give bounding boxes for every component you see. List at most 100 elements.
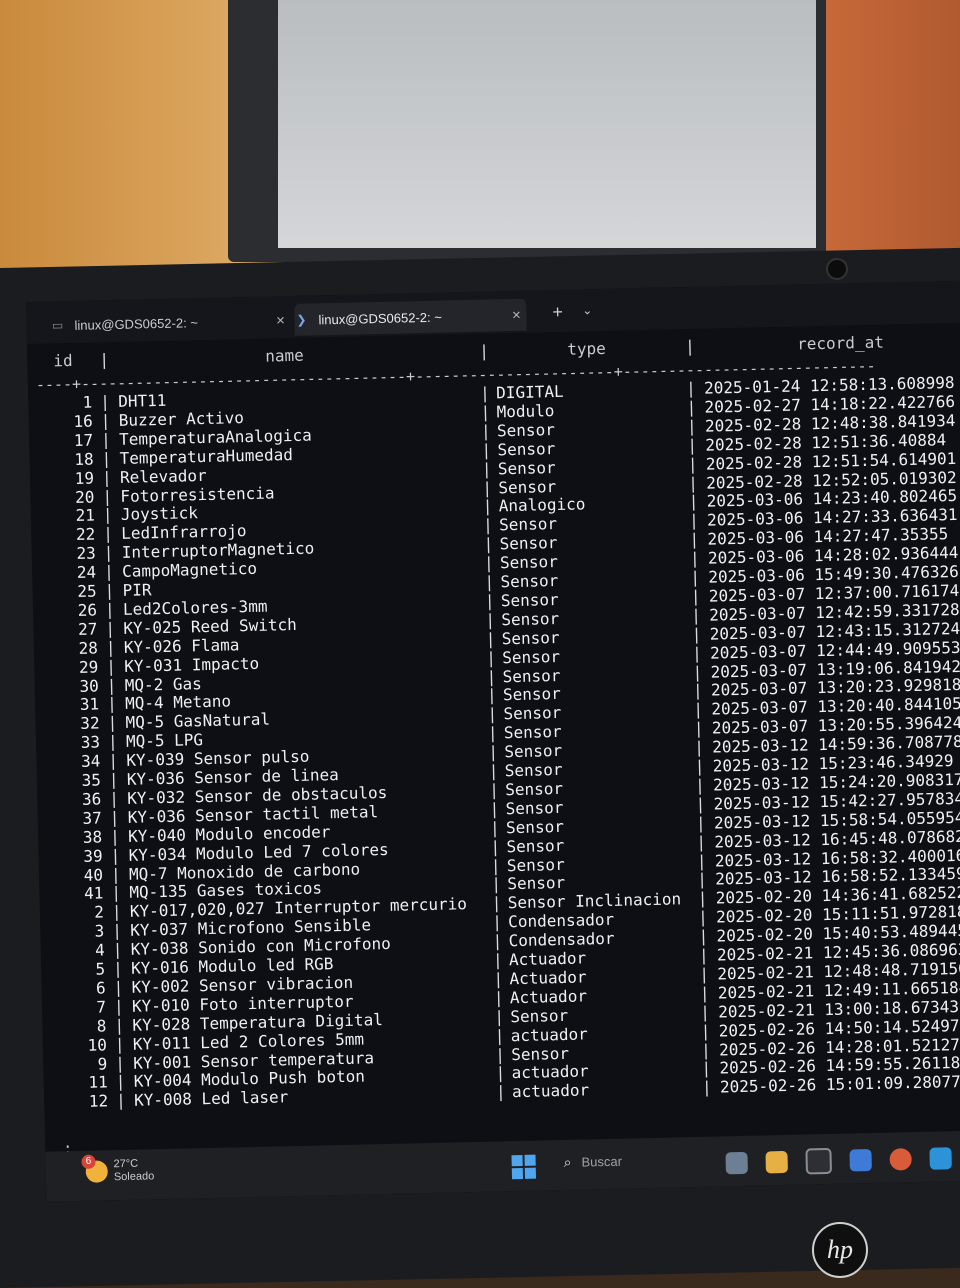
column-separator: | [103, 543, 114, 563]
close-tab-icon[interactable]: × [506, 306, 526, 323]
column-separator: | [102, 486, 113, 506]
cell-type: Sensor [497, 438, 556, 460]
cell-name: KY-008 Led laser [133, 1087, 289, 1111]
cell-id: 19 [74, 468, 95, 488]
notification-badge: 6 [81, 1154, 96, 1169]
cell-id: 20 [74, 487, 95, 507]
cell-name: MQ-2 Gas [124, 673, 202, 695]
terminal-icon: ▭ [51, 318, 64, 333]
column-separator: | [106, 694, 117, 714]
column-separator: | [105, 637, 116, 657]
column-separator: | [112, 921, 123, 941]
cell-type: Sensor [506, 835, 565, 856]
cell-type: Sensor [502, 684, 562, 705]
powershell-icon: ❯ [296, 312, 307, 327]
cell-type: Analogico [498, 494, 586, 516]
column-separator: | [690, 586, 701, 606]
cell-id: 16 [73, 411, 93, 431]
column-separator: | [697, 907, 708, 928]
column-separator: | [696, 851, 707, 871]
column-separator: | [692, 662, 703, 682]
cell-type: Sensor [502, 665, 561, 686]
column-separator: | [486, 666, 497, 687]
cell-id: 34 [80, 751, 101, 771]
cell-id: 27 [77, 619, 98, 639]
windows-start-icon[interactable] [511, 1154, 537, 1180]
sun-icon: 6 [81, 1154, 108, 1183]
header-id: id [53, 350, 73, 371]
cell-id: 6 [95, 978, 106, 998]
column-separator: | [701, 1077, 712, 1098]
column-separator: | [109, 807, 120, 828]
tab-dropdown-icon[interactable]: ⌄ [582, 303, 592, 317]
column-separator: | [691, 643, 702, 663]
column-separator: | [494, 1044, 506, 1065]
column-separator: | [690, 567, 701, 587]
column-separator: | [110, 864, 121, 884]
cell-id: 22 [75, 524, 96, 545]
column-separator: | [695, 813, 706, 833]
cell-id: 25 [77, 581, 97, 601]
column-separator: | [108, 751, 119, 771]
cell-id: 32 [80, 713, 100, 734]
cell-type: Sensor [498, 514, 558, 535]
column-separator: | [698, 945, 709, 965]
column-separator: | [114, 1015, 125, 1035]
cell-type: Condensador [507, 910, 615, 932]
column-separator: | [485, 610, 496, 630]
column-separator: | [482, 477, 493, 498]
column-separator: | [115, 1072, 126, 1092]
cell-type: Sensor [503, 722, 562, 743]
column-separator: | [689, 529, 700, 550]
new-tab-button[interactable]: + [552, 302, 563, 323]
cell-type: Modulo [496, 400, 555, 422]
cell-id: 35 [81, 770, 102, 790]
column-separator: | [488, 742, 499, 762]
column-separator: | [687, 435, 698, 455]
tab-label: linux@GDS0652-2: ~ [318, 309, 443, 327]
column-separator: | [495, 1063, 506, 1083]
app-icon[interactable] [725, 1151, 748, 1175]
column-separator: | [485, 648, 497, 668]
weather-widget[interactable]: 6 27°C Soleado [81, 1154, 154, 1185]
folder-icon[interactable] [765, 1150, 788, 1174]
column-separator: | [483, 534, 494, 554]
column-separator: | [486, 685, 497, 706]
cell-type: Sensor [504, 778, 564, 800]
cell-type: Sensor [507, 873, 566, 894]
webcam [826, 258, 848, 280]
column-separator: | [483, 553, 494, 573]
tab-linux-2[interactable]: ❯ linux@GDS0652-2: ~ × [294, 298, 527, 336]
tab-linux-1[interactable]: ▭ linux@GDS0652-2: ~ × [50, 304, 291, 341]
terminal-app-icon[interactable] [805, 1147, 832, 1175]
laptop-screen: ▭ linux@GDS0652-2: ~ × ❯ linux@GDS0652-2… [26, 280, 960, 1202]
chrome-icon[interactable] [889, 1148, 912, 1171]
column-separator: | [487, 704, 498, 724]
column-separator: | [109, 788, 120, 809]
column-separator: | [492, 931, 503, 951]
terminal-output[interactable]: id | name | type | record_at ----+------… [35, 327, 960, 1158]
column-separator: | [100, 392, 111, 412]
copilot-icon[interactable] [849, 1149, 872, 1172]
cell-id: 28 [78, 638, 99, 658]
column-separator: | [113, 996, 124, 1016]
cell-id: 26 [77, 600, 98, 620]
close-tab-icon[interactable]: × [270, 312, 290, 329]
cell-type: Sensor [504, 759, 563, 781]
column-separator: | [488, 780, 500, 800]
column-separator: | [495, 1082, 506, 1102]
column-separator: | [492, 950, 503, 970]
app-icon[interactable] [929, 1147, 952, 1170]
cell-name: MQ-5 LPG [125, 730, 204, 752]
cell-id: 9 [97, 1053, 108, 1074]
column-separator: | [698, 926, 709, 946]
column-separator: | [115, 1053, 126, 1073]
column-separator: | [697, 888, 708, 909]
cell-id: 12 [88, 1091, 109, 1112]
cell-type: Actuador [509, 986, 588, 1007]
cell-type: Sensor [501, 646, 561, 667]
cell-type: actuador [511, 1080, 590, 1102]
column-separator: | [104, 599, 115, 620]
column-separator: | [482, 515, 494, 535]
taskbar-search[interactable]: ⌕ Buscar [563, 1153, 622, 1171]
